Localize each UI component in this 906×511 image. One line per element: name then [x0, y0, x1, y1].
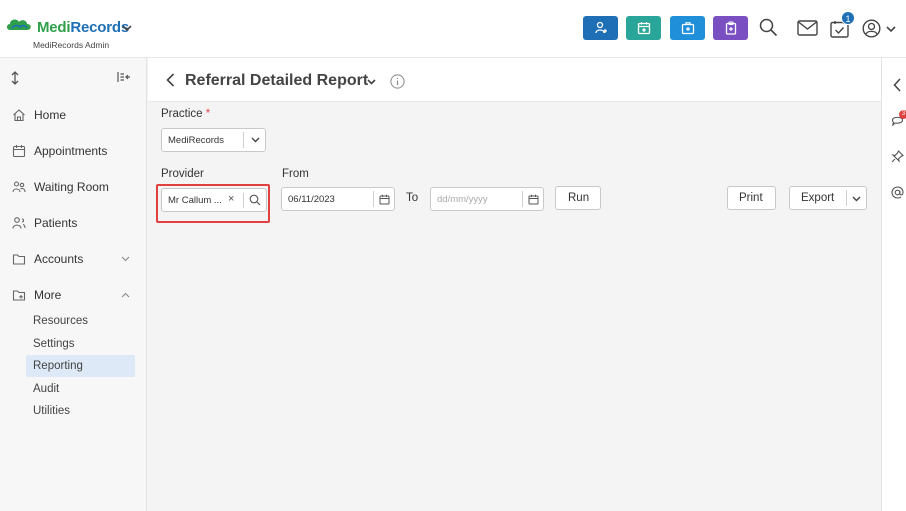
info-icon [390, 74, 405, 89]
chevron-down-icon [121, 256, 130, 262]
required-marker: * [205, 108, 211, 120]
sidebar-subitem-resources[interactable]: Resources [26, 310, 135, 332]
home-icon [13, 109, 25, 122]
add-patient-button[interactable] [583, 16, 618, 40]
right-rail: 3 [881, 58, 906, 511]
practice-label: Practice * [161, 108, 211, 120]
messages-button[interactable] [797, 20, 818, 36]
sidebar-item-label: Accounts [34, 252, 84, 266]
back-button[interactable] [166, 73, 175, 87]
main-content: Referral Detailed Report Practice * Medi… [148, 58, 881, 511]
medical-kit-button[interactable] [670, 16, 705, 40]
sidebar: Home Appointments Waiting Room Patients … [0, 58, 147, 511]
page-title: Referral Detailed Report [185, 72, 369, 89]
export-button-group[interactable]: Export [789, 186, 867, 210]
info-button[interactable] [390, 74, 405, 89]
collapse-sidebar-button[interactable] [117, 71, 131, 83]
sidebar-item-label: Patients [34, 216, 78, 230]
pin-icon [891, 150, 904, 163]
mentions-button[interactable] [891, 186, 904, 199]
search-button[interactable] [759, 18, 778, 37]
logo[interactable] [6, 16, 32, 32]
chevron-up-icon [121, 292, 130, 298]
clipboard-button[interactable] [713, 16, 748, 40]
sidebar-item-home[interactable]: Home [0, 103, 147, 127]
page-header: Referral Detailed Report [148, 58, 881, 102]
sidebar-item-waiting-room[interactable]: Waiting Room [0, 175, 147, 199]
chevron-down-icon [886, 26, 896, 33]
to-date-input[interactable]: dd/mm/yyyy [430, 187, 544, 211]
chevron-left-icon [166, 73, 175, 87]
from-date-input[interactable]: 06/11/2023 [281, 187, 395, 211]
sidebar-subitem-reporting[interactable]: Reporting [26, 355, 135, 377]
sidebar-subitem-audit[interactable]: Audit [26, 378, 135, 400]
sidebar-subitem-utilities[interactable]: Utilities [26, 400, 135, 422]
calendar-icon [12, 145, 26, 158]
user-menu-chevron[interactable] [886, 25, 896, 33]
clear-provider-button[interactable]: × [228, 193, 234, 205]
export-button[interactable]: Export [801, 192, 834, 204]
provider-input[interactable]: Mr Callum ... × [161, 188, 267, 212]
medical-kit-icon [681, 22, 694, 35]
sidebar-item-label: More [34, 288, 62, 302]
run-button[interactable]: Run [555, 186, 601, 210]
calendar-icon[interactable] [379, 194, 390, 205]
collapse-menu-icon [117, 72, 130, 82]
user-avatar-icon [862, 19, 881, 38]
patients-icon [12, 217, 26, 229]
to-label: To [406, 192, 419, 204]
mail-icon [797, 20, 818, 36]
at-sign-icon [891, 186, 904, 199]
search-icon [759, 18, 778, 37]
chevron-down-icon[interactable] [122, 24, 132, 32]
comments-badge: 3 [899, 110, 906, 119]
user-menu[interactable] [862, 19, 881, 38]
sidebar-item-appointments[interactable]: Appointments [0, 139, 147, 163]
sidebar-item-label: Waiting Room [34, 180, 109, 194]
brand-subtitle: MediRecords Admin [33, 40, 110, 50]
add-user-icon [594, 21, 607, 34]
brand-name[interactable]: MediRecords [37, 19, 129, 36]
sidebar-item-more[interactable]: More [0, 283, 147, 307]
waiting-room-icon [12, 181, 26, 193]
pin-button[interactable] [891, 150, 904, 163]
search-icon[interactable] [249, 194, 261, 206]
sidebar-resize-handle[interactable] [10, 71, 20, 85]
expand-panel-button[interactable] [893, 78, 901, 92]
sidebar-item-label: Appointments [34, 144, 108, 158]
chevron-down-icon [251, 137, 260, 143]
folder-plus-icon [12, 290, 26, 301]
sidebar-item-accounts[interactable]: Accounts [0, 247, 147, 271]
folder-icon [12, 254, 26, 265]
from-label: From [282, 168, 309, 180]
chevron-down-icon [367, 79, 376, 85]
calendar-add-icon [637, 22, 650, 35]
cloud-logo-icon [7, 19, 31, 30]
top-bar: MediRecords MediRecords Admin 1 [0, 0, 906, 58]
print-button[interactable]: Print [727, 186, 776, 210]
chevron-left-icon [893, 78, 901, 92]
chevron-down-icon[interactable] [852, 196, 861, 202]
clipboard-icon [725, 21, 736, 35]
sidebar-item-patients[interactable]: Patients [0, 211, 147, 235]
vertical-arrows-icon [11, 71, 19, 85]
appointment-button[interactable] [626, 16, 661, 40]
report-selector-chevron[interactable] [367, 79, 376, 85]
sidebar-subitem-settings[interactable]: Settings [26, 333, 135, 355]
calendar-icon[interactable] [528, 194, 539, 205]
task-count-badge: 1 [841, 11, 855, 25]
practice-select[interactable]: MediRecords [161, 128, 266, 152]
sidebar-item-label: Home [34, 108, 67, 122]
provider-label: Provider [161, 168, 204, 180]
